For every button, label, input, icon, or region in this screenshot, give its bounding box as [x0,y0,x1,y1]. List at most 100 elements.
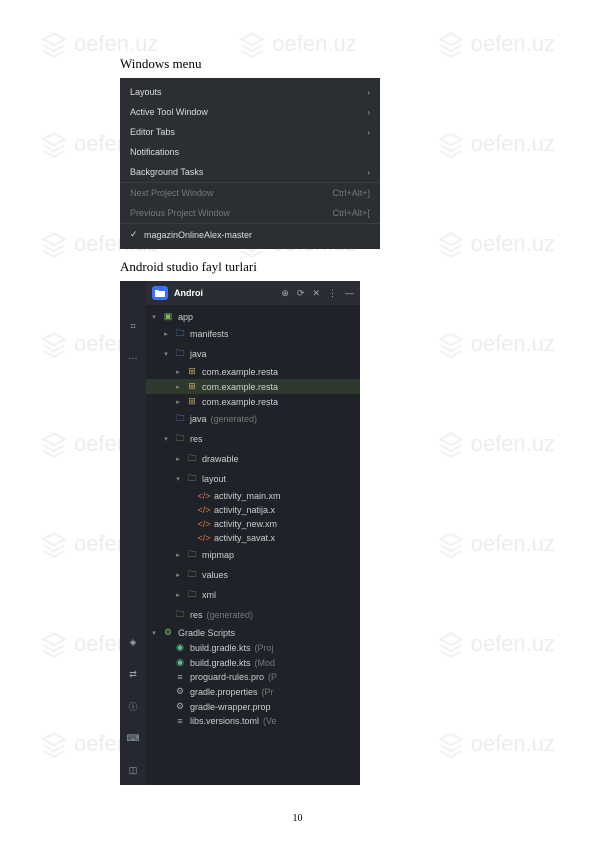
tree-item[interactable]: ▸⊞com.example.resta [146,364,360,379]
menu-item-label: Editor Tabs [130,127,175,137]
expand-icon[interactable]: ⟳ [297,288,305,299]
menu-item-project-checked[interactable]: ✓ magazinOnlineAlex-master [120,223,380,245]
tree-item-suffix: (Ve [263,716,277,726]
project-panel-screenshot: ⌗ ⋯ ◈ ⇄ ⓘ ⌨ ◫ Androi ⊕ ⟳ ✕ ⋮ — [120,281,360,785]
collapse-icon[interactable]: ✕ [312,288,320,299]
tree-item[interactable]: ▸ 🗀 mipmap [146,545,360,565]
tree-item-label: Gradle Scripts [178,628,235,638]
menu-item-editor-tabs[interactable]: Editor Tabs › [120,122,380,142]
tree-item-label: drawable [202,454,239,464]
tree-item[interactable]: ≡proguard-rules.pro (P [146,670,360,684]
tree-item[interactable]: ▸🗀xml [146,585,360,605]
tree-caret-icon: ▸ [174,398,182,406]
menu-item-active-tool-window[interactable]: Active Tool Window › [120,102,380,122]
file-icon: ≡ [174,672,186,682]
tree-item[interactable]: ⚙gradle-wrapper.prop [146,699,360,714]
tree-caret-icon: ▾ [174,475,182,483]
folder-icon: 🗀 [174,346,186,362]
diamond-tool-icon[interactable]: ◈ [126,635,140,649]
tree-item[interactable]: ▸🗀manifests [146,324,360,344]
menu-item-label: Background Tasks [130,167,203,177]
tree-item-label: layout [202,474,226,484]
tree-item[interactable]: </>activity_new.xm [146,517,360,531]
tree-item-suffix: (generated) [211,414,258,424]
menu-item-label: Previous Project Window [130,208,230,218]
tree-item[interactable]: ▾🗀res [146,429,360,449]
heading-android-studio-files: Android studio fayl turlari [120,259,475,275]
tree-item-label: activity_natija.x [214,505,275,515]
tree-item-suffix: (generated) [207,610,254,620]
tree-caret-icon: ▸ [174,551,182,559]
tree-item[interactable]: ▸ ⊞ com.example.resta [146,394,360,409]
tree-item-label: java [190,414,207,424]
settings-icon[interactable]: ⋮ [328,288,337,299]
tree-item-label: com.example.resta [202,397,278,407]
menu-item-layouts[interactable]: Layouts › [120,82,380,102]
menu-item-previous-project-window: Previous Project Window Ctrl+Alt+[ [120,203,380,223]
tree-item[interactable]: ▸ 🗀 drawable [146,449,360,469]
project-view-selector[interactable]: Androi [174,288,203,298]
menu-item-label: magazinOnlineAlex-master [144,230,252,240]
folder-icon: 🗀 [174,411,186,427]
tree-caret-icon: ▸ [174,591,182,599]
tree-caret-icon: ▾ [150,313,158,321]
tree-item[interactable]: </> activity_natija.x [146,503,360,517]
gradle-icon: ⚙ [162,627,174,638]
info-tool-icon[interactable]: ⓘ [126,699,140,713]
layout-tool-icon[interactable]: ◫ [126,763,140,777]
hide-icon[interactable]: — [345,288,354,299]
tree-item[interactable]: ▸ 🗀 values [146,565,360,585]
file-icon: ≡ [174,716,186,726]
tree-item-label: com.example.resta [202,382,278,392]
folder-icon: 🗀 [186,567,198,583]
tree-item[interactable]: ▸⊞com.example.resta [146,379,360,394]
tree-item-label: mipmap [202,550,234,560]
tree-item[interactable]: ◉build.gradle.kts (Proj [146,640,360,655]
tree-item[interactable]: ≡libs.versions.toml (Ve [146,714,360,728]
tree-item[interactable]: </> activity_savat.x [146,531,360,545]
xml-file-icon: </> [198,505,210,515]
folder-icon: 🗀 [186,547,198,563]
tree-caret-icon: ▾ [162,350,170,358]
xml-file-icon: </> [198,519,210,529]
folder-icon: 🗀 [186,451,198,467]
tree-item-label: gradle-wrapper.prop [190,702,271,712]
tree-item[interactable]: ▾⚙Gradle Scripts [146,625,360,640]
xml-file-icon: </> [198,533,210,543]
tree-caret-icon: ▸ [174,455,182,463]
tree-caret-icon: ▸ [174,571,182,579]
terminal-tool-icon[interactable]: ⌨ [126,731,140,745]
tree-item-label: activity_savat.x [214,533,275,543]
menu-item-notifications[interactable]: Notifications [120,142,380,162]
tree-item-label: res [190,434,203,444]
tree-item-label: build.gradle.kts [190,643,251,653]
package-icon: ⊞ [186,396,198,407]
tree-item[interactable]: ▾🗀layout [146,469,360,489]
tree-item[interactable]: </>activity_main.xm [146,489,360,503]
tree-item-label: app [178,312,193,322]
tree-caret-icon: ▾ [162,435,170,443]
package-icon: ⊞ [186,381,198,392]
structure-tool-icon[interactable]: ⌗ [126,319,140,333]
tree-item[interactable]: ⚙gradle.properties (Pr [146,684,360,699]
folder-icon [152,286,168,300]
gradle-file-icon: ◉ [174,642,186,653]
tree-item-label: build.gradle.kts [190,658,251,668]
tree-item[interactable]: 🗀 java (generated) [146,409,360,429]
tree-item[interactable]: ▾▣app [146,309,360,324]
tree-item[interactable]: ◉build.gradle.kts (Mod [146,655,360,670]
menu-item-label: Active Tool Window [130,107,208,117]
tree-item[interactable]: 🗀res (generated) [146,605,360,625]
xml-file-icon: </> [198,491,210,501]
menu-item-background-tasks[interactable]: Background Tasks › [120,162,380,182]
tree-item-label: res [190,610,203,620]
more-tool-icon[interactable]: ⋯ [126,351,140,365]
menu-item-next-project-window: Next Project Window Ctrl+Alt+] [120,182,380,203]
submenu-arrow-icon: › [367,168,370,177]
swap-tool-icon[interactable]: ⇄ [126,667,140,681]
target-icon[interactable]: ⊕ [281,288,289,299]
tree-item[interactable]: ▾🗀java [146,344,360,364]
windows-menu-screenshot: Layouts › Active Tool Window › Editor Ta… [120,78,380,249]
folder-icon: 🗀 [186,587,198,603]
tree-item-label: values [202,570,228,580]
